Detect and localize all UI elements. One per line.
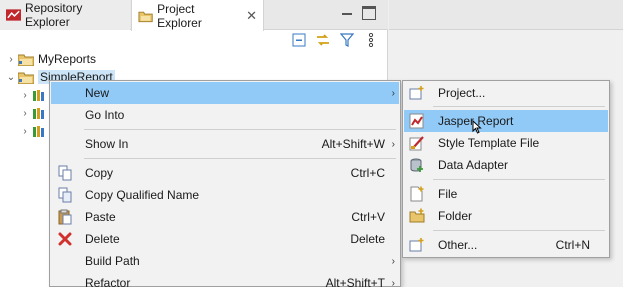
- project-folder-icon: [18, 54, 34, 66]
- submenu-item-data-adapter[interactable]: Data Adapter: [404, 154, 608, 176]
- data-adapter-icon: [410, 158, 423, 172]
- tree-label: MyReports: [38, 52, 97, 66]
- menu-label: Show In: [85, 137, 129, 151]
- chevron-right-icon[interactable]: ›: [6, 54, 16, 65]
- menu-accelerator: Alt+Shift+T: [325, 276, 385, 287]
- tree-item-myreports[interactable]: › MyReports: [6, 50, 96, 68]
- new-submenu: Project... Jasper Report Style Template …: [402, 80, 610, 258]
- menu-item-new[interactable]: New ›: [51, 82, 399, 104]
- menu-label: Folder: [438, 209, 473, 223]
- menu-item-paste[interactable]: Paste Ctrl+V: [51, 206, 399, 228]
- context-menu: New › Go Into Show In Alt+Shift+W › Copy…: [49, 80, 401, 287]
- menu-accelerator: Ctrl+V: [351, 210, 385, 224]
- menu-item-build-path[interactable]: Build Path ›: [51, 250, 399, 272]
- menu-item-copy-qualified-name[interactable]: Copy Qualified Name: [51, 184, 399, 206]
- menu-item-show-in[interactable]: Show In Alt+Shift+W ›: [51, 133, 399, 155]
- menu-accelerator: Ctrl+C: [350, 166, 385, 180]
- chevron-right-icon[interactable]: ›: [20, 108, 30, 119]
- chevron-right-icon[interactable]: ›: [20, 126, 30, 137]
- submenu-item-jasper-report[interactable]: Jasper Report: [404, 110, 608, 132]
- menu-label: Go Into: [85, 108, 125, 122]
- menu-label: Data Adapter: [438, 158, 509, 172]
- menu-label: Other...: [438, 238, 478, 252]
- library-icon: [33, 125, 44, 137]
- view-menu-icon[interactable]: [362, 31, 380, 49]
- submenu-item-project[interactable]: Project...: [404, 82, 608, 104]
- chevron-right-icon: ›: [391, 87, 395, 99]
- tab-project-explorer[interactable]: Project Explorer ✕: [131, 0, 264, 31]
- new-file-icon: [410, 186, 424, 202]
- menu-item-refactor[interactable]: Refactor Alt+Shift+T ›: [51, 272, 399, 287]
- menu-item-go-into[interactable]: Go Into: [51, 104, 399, 126]
- tab-project-label: Project Explorer: [157, 1, 202, 30]
- chevron-down-icon[interactable]: ⌄: [6, 72, 16, 83]
- jasper-report-icon: [409, 113, 424, 129]
- menu-item-copy[interactable]: Copy Ctrl+C: [51, 162, 399, 184]
- chevron-right-icon[interactable]: ›: [20, 90, 30, 101]
- menu-label: Delete: [85, 232, 120, 246]
- chevron-right-icon: ›: [391, 138, 395, 150]
- menu-label: New: [85, 86, 110, 100]
- menu-label: Copy: [85, 166, 114, 180]
- chevron-right-icon: ›: [391, 277, 395, 287]
- link-with-editor-icon[interactable]: [314, 31, 332, 49]
- menu-accelerator: Ctrl+N: [555, 238, 590, 252]
- menu-item-delete[interactable]: Delete Delete: [51, 228, 399, 250]
- menu-label: Style Template File: [438, 136, 540, 150]
- menu-separator: [433, 179, 605, 180]
- menu-separator: [433, 230, 605, 231]
- submenu-item-folder[interactable]: Folder: [404, 205, 608, 227]
- view-toolbar: [290, 30, 380, 50]
- close-icon[interactable]: ✕: [246, 8, 257, 24]
- menu-label: Build Path: [85, 254, 140, 268]
- submenu-item-other[interactable]: Other... Ctrl+N: [404, 234, 608, 256]
- menu-label: Copy Qualified Name: [85, 188, 200, 202]
- tree-item-child[interactable]: ›: [20, 122, 52, 140]
- mouse-cursor-icon: [472, 120, 482, 134]
- menu-label: File: [438, 187, 458, 201]
- paste-icon: [58, 209, 72, 225]
- tree-item-child[interactable]: ›: [20, 86, 52, 104]
- delete-icon: [58, 232, 72, 246]
- filter-icon[interactable]: [338, 31, 356, 49]
- library-icon: [33, 89, 44, 101]
- menu-label: Paste: [85, 210, 116, 224]
- new-folder-icon: [409, 208, 425, 223]
- tab-repository-explorer[interactable]: Repository Explorer: [0, 0, 130, 30]
- view-tabbar: Repository Explorer Project Explorer ✕: [0, 0, 388, 31]
- menu-separator: [84, 158, 396, 159]
- submenu-item-style-template[interactable]: Style Template File: [404, 132, 608, 154]
- maximize-icon[interactable]: [362, 6, 376, 20]
- menu-accelerator: Delete: [350, 232, 385, 246]
- new-project-icon: [409, 86, 424, 100]
- library-icon: [33, 107, 44, 119]
- collapse-all-icon[interactable]: [290, 31, 308, 49]
- copy-icon: [58, 165, 72, 181]
- new-wizard-icon: [409, 238, 424, 252]
- menu-label: Project...: [438, 86, 486, 100]
- project-explorer-icon: [138, 11, 153, 22]
- style-template-icon: [409, 136, 424, 151]
- chevron-right-icon: ›: [391, 255, 395, 267]
- editor-header: [389, 0, 623, 30]
- submenu-item-file[interactable]: File: [404, 183, 608, 205]
- tree-item-child[interactable]: ›: [20, 104, 52, 122]
- menu-separator: [433, 106, 605, 107]
- menu-label: Refactor: [85, 276, 131, 287]
- repository-explorer-icon: [6, 9, 22, 21]
- copy-qualified-icon: [58, 187, 72, 203]
- project-folder-icon: [18, 72, 34, 84]
- tab-repository-label: Repository Explorer: [25, 1, 83, 29]
- minimize-icon[interactable]: [340, 6, 354, 20]
- menu-accelerator: Alt+Shift+W: [321, 137, 385, 151]
- menu-separator: [84, 129, 396, 130]
